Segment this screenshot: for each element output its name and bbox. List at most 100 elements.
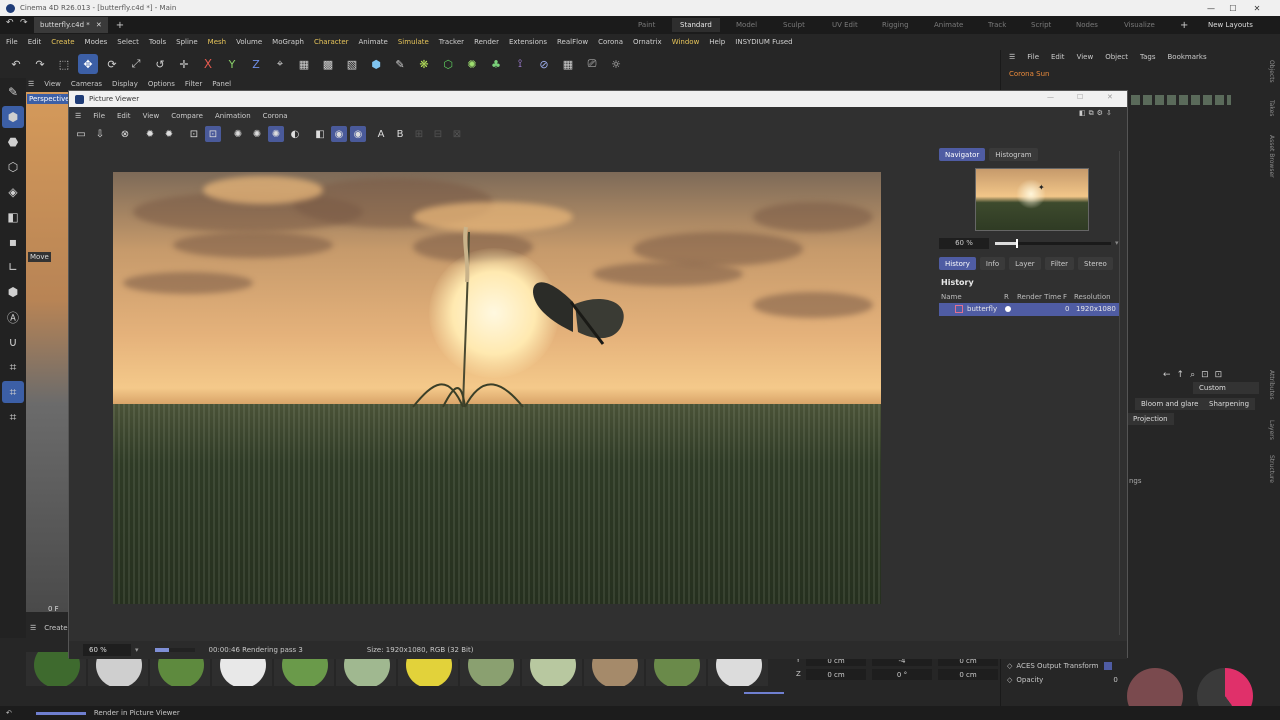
set-b-button[interactable]: B xyxy=(392,126,408,142)
workplane-icon[interactable]: ▪ xyxy=(2,231,24,253)
y-axis-icon[interactable]: Y xyxy=(222,54,242,74)
zoom-slider-handle[interactable] xyxy=(1015,238,1018,248)
navigator-thumbnail[interactable]: ✦ xyxy=(975,168,1089,231)
last-tool-icon[interactable]: ↺ xyxy=(150,54,170,74)
menu-window[interactable]: Window xyxy=(672,38,700,46)
render-region-active-icon[interactable]: ⊡ xyxy=(205,126,221,142)
layout-tab-standard[interactable]: Standard xyxy=(672,18,720,32)
x-axis-icon[interactable]: X xyxy=(198,54,218,74)
new-layouts-button[interactable]: New Layouts xyxy=(1200,18,1261,32)
viewport-menu-filter[interactable]: Filter xyxy=(185,80,202,88)
zoom-dropdown-icon[interactable]: ▾ xyxy=(1115,239,1119,247)
cloner-icon[interactable]: ✺ xyxy=(462,54,482,74)
move-tool-icon[interactable]: ✥ xyxy=(78,54,98,74)
menu-corona[interactable]: Corona xyxy=(598,38,623,46)
edge-mode-icon[interactable]: ⬡ xyxy=(2,156,24,178)
side-tab-asset-browser[interactable]: Asset Browser xyxy=(1268,135,1275,178)
side-tab-takes[interactable]: Takes xyxy=(1268,100,1275,116)
add-layout-button[interactable]: + xyxy=(1172,18,1196,32)
floor-icon[interactable]: ▦ xyxy=(558,54,578,74)
tab-histogram[interactable]: Histogram xyxy=(989,148,1038,161)
menu-extensions[interactable]: Extensions xyxy=(509,38,547,46)
menu-simulate[interactable]: Simulate xyxy=(398,38,429,46)
viewport-menu-display[interactable]: Display xyxy=(112,80,138,88)
tab-bloom-and-glare[interactable]: Bloom and glare xyxy=(1135,398,1205,410)
attributes-mode-dropdown[interactable]: Custom xyxy=(1193,382,1259,394)
tab-projection[interactable]: Projection xyxy=(1127,413,1174,425)
subdivision-icon[interactable]: ❋ xyxy=(414,54,434,74)
pv-menu-compare[interactable]: Compare xyxy=(171,112,203,120)
tab-filter[interactable]: Filter xyxy=(1044,257,1075,270)
tab-info[interactable]: Info xyxy=(979,257,1006,270)
layout-tab-nodes[interactable]: Nodes xyxy=(1068,18,1106,32)
render-icon[interactable]: ✹ xyxy=(142,126,158,142)
quantize-icon[interactable]: ⌗ xyxy=(2,381,24,403)
snap-icon[interactable]: Ⓐ xyxy=(2,306,24,328)
zoom-input[interactable]: 60 % xyxy=(939,237,989,249)
menu-render[interactable]: Render xyxy=(474,38,499,46)
pv-menu-view[interactable]: View xyxy=(143,112,160,120)
polygon-mode-icon[interactable]: ⬣ xyxy=(2,131,24,153)
pen-icon[interactable]: ✎ xyxy=(390,54,410,74)
pv-menu-animation[interactable]: Animation xyxy=(215,112,251,120)
viewport-menu-view[interactable]: View xyxy=(44,80,61,88)
render-settings-icon[interactable]: ▧ xyxy=(342,54,362,74)
coord-z-rotation[interactable]: 0 cm xyxy=(938,669,998,680)
side-tab-attributes[interactable]: Attributes xyxy=(1268,370,1275,400)
menu-tools[interactable]: Tools xyxy=(149,38,166,46)
menu-tracker[interactable]: Tracker xyxy=(439,38,464,46)
layout-tab-rigging[interactable]: Rigging xyxy=(874,18,917,32)
objects-menu-tags[interactable]: Tags xyxy=(1140,53,1156,61)
exposure-icon[interactable]: ✺ xyxy=(230,126,246,142)
diff-icon[interactable]: ⊟ xyxy=(430,126,446,142)
layout-tab-track[interactable]: Track xyxy=(980,18,1014,32)
menu-edit[interactable]: Edit xyxy=(28,38,42,46)
status-zoom-input[interactable]: 60 % xyxy=(83,644,131,656)
undo-icon[interactable]: ↶ xyxy=(6,54,26,74)
tab-stereo[interactable]: Stereo xyxy=(1078,257,1113,270)
compare-b-icon[interactable]: ◉ xyxy=(350,126,366,142)
add-tab-button[interactable]: + xyxy=(116,20,124,31)
side-tab-layers[interactable]: Layers xyxy=(1268,420,1275,440)
col-resolution[interactable]: Resolution xyxy=(1074,293,1111,301)
layout-tab-paint[interactable]: Paint xyxy=(630,18,663,32)
pv-menu-edit[interactable]: Edit xyxy=(117,112,131,120)
objects-menu-file[interactable]: File xyxy=(1027,53,1039,61)
menu-modes[interactable]: Modes xyxy=(85,38,108,46)
render-region-icon[interactable]: ⊡ xyxy=(186,126,202,142)
zoom-slider[interactable] xyxy=(995,238,1111,248)
render-all-icon[interactable]: ✹ xyxy=(161,126,177,142)
menu-ornatrix[interactable]: Ornatrix xyxy=(633,38,662,46)
exposure-b-icon[interactable]: ✺ xyxy=(249,126,265,142)
redo-icon[interactable]: ↷ xyxy=(30,54,50,74)
tab-sharpening[interactable]: Sharpening xyxy=(1203,398,1256,410)
menu-realflow[interactable]: RealFlow xyxy=(557,38,588,46)
layout-tab-visualize[interactable]: Visualize xyxy=(1116,18,1163,32)
aces-output-checkbox[interactable] xyxy=(1104,662,1113,670)
menu-animate[interactable]: Animate xyxy=(359,38,388,46)
menu-create[interactable]: Create xyxy=(51,38,74,46)
contrast-icon[interactable]: ◐ xyxy=(287,126,303,142)
extrude-icon[interactable]: ⬡ xyxy=(438,54,458,74)
col-render-time[interactable]: Render Time xyxy=(1017,293,1061,301)
open-folder-icon[interactable]: ▭ xyxy=(73,126,89,142)
camera-icon[interactable]: ⎚ xyxy=(582,54,602,74)
swap-icon[interactable]: ⊞ xyxy=(411,126,427,142)
pv-menu-corona[interactable]: Corona xyxy=(263,112,288,120)
layout-tab-model[interactable]: Model xyxy=(728,18,765,32)
viewport-menu-options[interactable]: Options xyxy=(148,80,175,88)
attributes-nav-icons[interactable]: ←↑⌕⊡⊡ xyxy=(1163,370,1228,380)
layout-tab-animate[interactable]: Animate xyxy=(926,18,971,32)
close-tab-icon[interactable]: ✕ xyxy=(96,21,102,29)
menu-character[interactable]: Character xyxy=(314,38,349,46)
viewport-preview[interactable] xyxy=(26,92,68,612)
pv-close-icon[interactable]: ✕ xyxy=(1107,93,1113,101)
status-zoom-dropdown-icon[interactable]: ▾ xyxy=(135,646,139,654)
side-tab-structure[interactable]: Structure xyxy=(1268,455,1275,483)
axis-icon[interactable]: ∟ xyxy=(2,256,24,278)
menu-mesh[interactable]: Mesh xyxy=(208,38,226,46)
guide-icon[interactable]: ⌗ xyxy=(2,406,24,428)
solo-icon[interactable]: ⬢ xyxy=(2,281,24,303)
objects-menu-icon[interactable]: ☰ xyxy=(1009,53,1015,61)
menu-help[interactable]: Help xyxy=(709,38,725,46)
